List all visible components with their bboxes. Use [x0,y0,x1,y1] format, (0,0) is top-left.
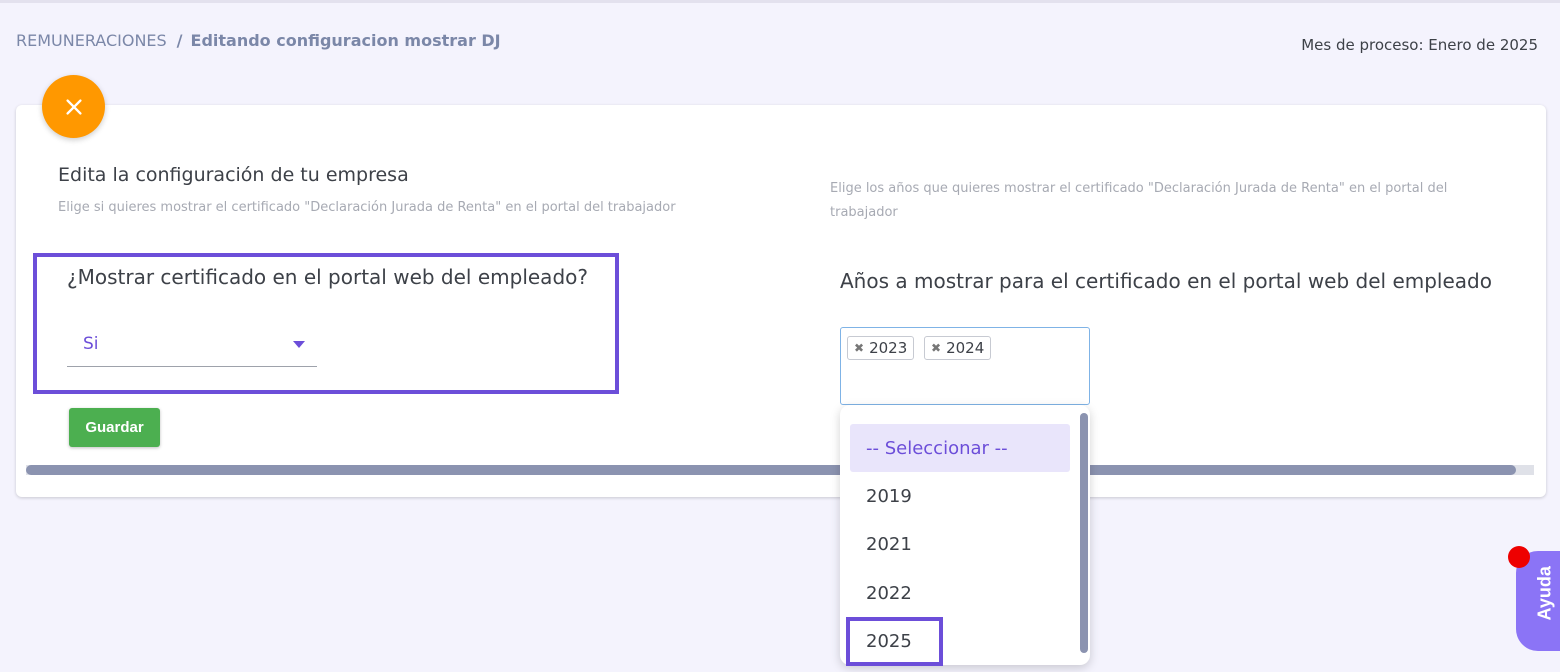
breadcrumb-current: Editando configuracion mostrar DJ [190,31,501,50]
years-label: Años a mostrar para el certificado en el… [840,269,1492,293]
years-subtitle: Elige los años que quieres mostrar el ce… [830,181,1448,220]
x-icon[interactable]: ✖ [854,341,864,355]
close-icon [65,98,82,115]
caret-down-icon [293,341,305,348]
show-certificate-select[interactable]: Si [67,325,317,367]
show-certificate-label: ¿Mostrar certificado en el portal web de… [67,265,588,289]
section-subtitle: Elige si quieres mostrar el certificado … [58,200,676,215]
breadcrumb-separator: / [176,31,183,50]
x-icon[interactable]: ✖ [931,341,941,355]
close-button[interactable] [42,75,105,138]
option-2025-highlight [846,617,943,666]
year-tag-label: 2023 [869,339,908,357]
section-title: Edita la configuración de tu empresa [58,164,409,186]
breadcrumb: REMUNERACIONES / Editando configuracion mo… [16,31,501,50]
year-tag[interactable]: ✖ 2023 [847,336,915,360]
horizontal-scrollbar-thumb[interactable] [26,465,1516,475]
breadcrumb-root[interactable]: REMUNERACIONES [16,31,167,50]
year-tag[interactable]: ✖ 2024 [924,336,992,360]
show-certificate-value: Si [83,334,99,354]
dropdown-option[interactable]: 2019 [850,472,1070,520]
dropdown-option[interactable]: 2021 [850,520,1070,568]
dropdown-option-placeholder[interactable]: -- Seleccionar -- [850,424,1070,472]
year-tag-label: 2024 [946,339,985,357]
notification-dot [1508,546,1530,568]
save-button[interactable]: Guardar [69,408,160,447]
help-label: Ayuda [1534,566,1555,621]
dropdown-option[interactable]: 2022 [850,569,1070,617]
dropdown-scrollbar[interactable] [1080,413,1088,653]
years-multiselect[interactable]: ✖ 2023 ✖ 2024 [840,327,1090,405]
process-month-label: Mes de proceso: Enero de 2025 [1301,36,1538,54]
